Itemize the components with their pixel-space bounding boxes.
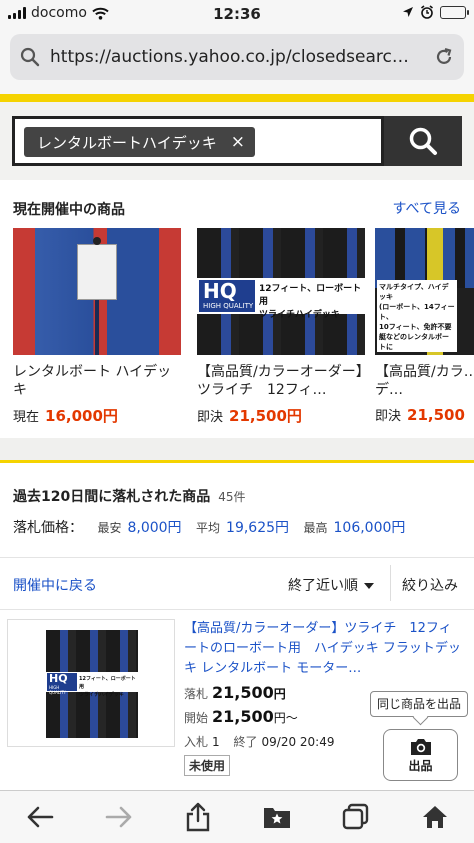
section-gap bbox=[0, 438, 474, 460]
hq-caption: 12フィート、ローボート用 ツライチハイデッキ bbox=[259, 284, 362, 320]
tabs-icon[interactable] bbox=[326, 797, 386, 837]
search-area: レンタルボートハイデッキ × bbox=[0, 102, 474, 180]
product-image[interactable] bbox=[13, 228, 181, 355]
listing-title[interactable]: 【高品質/カラーオーダー】ツライチ 12フィートのローボート用 ハイデッキ フラ… bbox=[184, 619, 464, 679]
address-bar[interactable]: https://auctions.yahoo.co.jp/closedsearc… bbox=[10, 34, 464, 80]
location-icon bbox=[403, 7, 413, 17]
query-chip-label: レンタルボートハイデッキ bbox=[37, 133, 217, 152]
result-count: 45件 bbox=[218, 490, 246, 504]
bookmarks-icon[interactable] bbox=[247, 797, 307, 837]
forward-arrow-icon[interactable] bbox=[89, 797, 149, 837]
product-image[interactable]: HQ HIGH QUALITY 12フィート、ローボート用 ツライチハイデッキ bbox=[7, 619, 175, 747]
bid-info: 入札 1 終了 09/20 20:49 bbox=[184, 735, 335, 749]
condition-badge: 未使用 bbox=[184, 755, 231, 776]
product-caption: マルチタイプ、ハイデッキ (ローボート、14フィート、 10フィート、免許不要 … bbox=[377, 280, 457, 352]
section-title: 現在開催中の商品 bbox=[13, 202, 125, 218]
camera-icon bbox=[410, 738, 431, 755]
divider bbox=[0, 557, 474, 558]
price-summary: 落札価格： 最安 8,000円 平均 19,625円 最高 106,000円 bbox=[13, 520, 406, 536]
listing-card[interactable]: レンタルボート ハイデッキ 現在 16,000円 bbox=[13, 228, 181, 426]
share-icon[interactable] bbox=[168, 797, 228, 837]
list-same-tooltip: 同じ商品を出品 bbox=[370, 691, 468, 717]
reload-icon[interactable] bbox=[424, 47, 464, 67]
hq-caption: 12フィート、ローボート用 ツライチハイデッキ bbox=[79, 676, 136, 698]
filter-button[interactable]: 絞り込み bbox=[402, 575, 458, 595]
browser-address-area: https://auctions.yahoo.co.jp/closedsearc… bbox=[0, 28, 474, 94]
listing-price: 即決 21,500 bbox=[375, 406, 465, 424]
hq-badge: HQ HIGH QUALITY bbox=[47, 673, 77, 695]
back-arrow-icon[interactable] bbox=[10, 797, 70, 837]
product-image[interactable]: HQ HIGH QUALITY 12フィート、ローボート用 ツライチハイデッキ bbox=[197, 228, 365, 355]
sold-price: 落札 21,500円 bbox=[184, 683, 286, 702]
avg-price: 19,625円 bbox=[226, 520, 290, 536]
listing-price: 即決 21,500円 bbox=[197, 407, 302, 425]
divider bbox=[390, 565, 391, 601]
search-input[interactable]: レンタルボートハイデッキ × bbox=[12, 116, 384, 166]
chevron-down-icon bbox=[364, 583, 374, 589]
browser-toolbar bbox=[0, 790, 474, 843]
listing-title[interactable]: レンタルボート ハイデッキ bbox=[13, 363, 181, 399]
close-icon[interactable]: × bbox=[231, 132, 245, 152]
query-chip[interactable]: レンタルボートハイデッキ × bbox=[24, 127, 255, 157]
url-text: https://auctions.yahoo.co.jp/closedsearc… bbox=[50, 47, 409, 67]
status-bar: docomo 12:36 bbox=[0, 0, 474, 28]
hq-badge: HQ HIGH QUALITY bbox=[199, 280, 255, 312]
battery-icon bbox=[440, 5, 469, 19]
brand-band bbox=[0, 94, 474, 102]
listing-card[interactable]: マルチタイプ、ハイデッキ (ローボート、14フィート、 10フィート、免許不要 … bbox=[375, 228, 474, 424]
listing-title[interactable]: 【高品質/カラーオーダー】ツライチ 12フィ… bbox=[197, 363, 365, 399]
start-price: 開始 21,500円〜 bbox=[184, 707, 298, 726]
alarm-icon bbox=[421, 5, 433, 19]
home-icon[interactable] bbox=[405, 797, 465, 837]
see-all-link[interactable]: すべて見る bbox=[393, 198, 461, 218]
current-listings: 現在開催中の商品 すべて見る レンタルボート ハイデッキ 現在 16,000円 H… bbox=[0, 180, 474, 438]
sort-select[interactable]: 終了近い順 bbox=[288, 575, 374, 595]
listing-price: 現在 16,000円 bbox=[13, 407, 118, 425]
listing-card[interactable]: HQ HIGH QUALITY 12フィート、ローボート用 ツライチハイデッキ … bbox=[197, 228, 365, 426]
divider bbox=[0, 609, 474, 610]
product-image[interactable]: マルチタイプ、ハイデッキ (ローボート、14フィート、 10フィート、免許不要 … bbox=[375, 228, 474, 355]
list-item-button[interactable]: 出品 bbox=[383, 729, 458, 781]
search-button[interactable] bbox=[384, 116, 462, 166]
section-title: 過去120日間に落札された商品 45件 bbox=[13, 489, 246, 505]
search-icon bbox=[409, 127, 437, 155]
list-item-button-label: 出品 bbox=[408, 758, 433, 773]
search-icon bbox=[10, 47, 50, 67]
closed-listings: 過去120日間に落札された商品 45件 落札価格： 最安 8,000円 平均 19,6… bbox=[0, 460, 474, 790]
max-price: 106,000円 bbox=[333, 520, 406, 536]
min-price: 8,000円 bbox=[127, 520, 182, 536]
status-icons bbox=[402, 5, 469, 19]
back-to-current-link[interactable]: 開催中に戻る bbox=[13, 575, 97, 595]
listing-title[interactable]: 【高品質/カラ…】ミドルデ… bbox=[375, 363, 474, 399]
